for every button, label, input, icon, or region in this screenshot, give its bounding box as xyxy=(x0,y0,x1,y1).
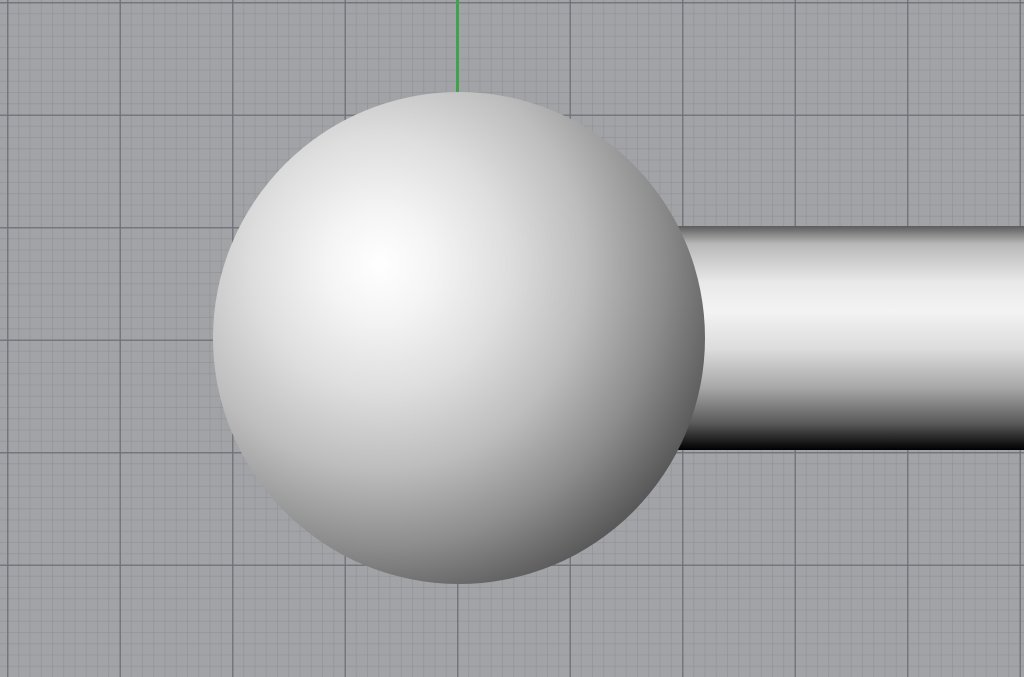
y-axis-line xyxy=(456,0,459,100)
sphere-ball[interactable] xyxy=(213,92,705,584)
modeling-viewport[interactable] xyxy=(0,0,1024,677)
